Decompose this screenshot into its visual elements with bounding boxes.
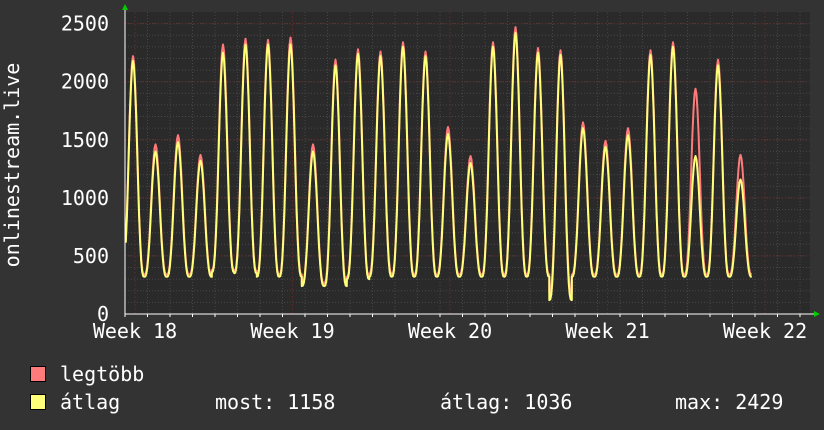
stat-max: max: 2429 <box>675 390 784 414</box>
x-axis-arrow-icon <box>814 311 820 317</box>
x-tick-label: Week 20 <box>408 319 492 343</box>
legend-avg-label: átlag <box>60 390 121 414</box>
legend-avg-swatch <box>30 394 46 410</box>
y-axis-arrow-icon <box>122 4 128 10</box>
y-axis-label: onlinestream.live <box>0 63 24 268</box>
legend-max-label: legtöbb <box>60 362 145 386</box>
stat-now: most: 1158 <box>215 390 336 414</box>
y-tick-label: 1000 <box>61 186 109 210</box>
legend-max: legtöbb <box>30 362 144 386</box>
x-tick-label: Week 22 <box>723 319 807 343</box>
y-tick-label: 2500 <box>61 12 109 36</box>
x-tick-label: Week 21 <box>565 319 649 343</box>
y-tick-label: 500 <box>73 244 109 268</box>
x-tick-label: Week 18 <box>93 319 177 343</box>
stat-avg: átlag: 1036 <box>440 390 573 414</box>
y-tick-label: 1500 <box>61 128 109 152</box>
x-tick-label: Week 19 <box>250 319 334 343</box>
y-tick-label: 2000 <box>61 70 109 94</box>
legend-avg: átlag <box>30 390 120 414</box>
legend-max-swatch <box>30 366 46 382</box>
